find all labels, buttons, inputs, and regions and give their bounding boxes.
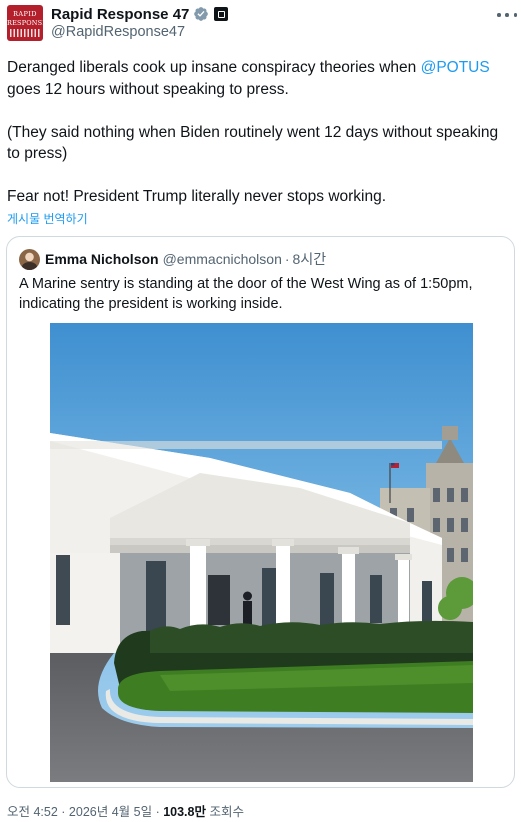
quoted-post-photo[interactable] — [50, 323, 473, 782]
mention-link[interactable]: @POTUS — [421, 59, 490, 76]
quoted-author-handle[interactable]: @emmacnicholson — [163, 251, 282, 267]
translate-post-link[interactable]: 게시물 번역하기 — [7, 210, 88, 227]
quoted-author-name[interactable]: Emma Nicholson — [45, 251, 159, 267]
quoted-author-avatar[interactable] — [19, 249, 40, 270]
views-label: 조회수 — [205, 805, 244, 819]
post-metadata: 오전 4:52 · 2026년 4월 5일 · 103.8만 조회수 — [7, 801, 244, 820]
post-time[interactable]: 오전 4:52 — [7, 805, 58, 819]
views-count[interactable]: 103.8만 — [163, 805, 206, 819]
quoted-post-text: A Marine sentry is standing at the door … — [19, 276, 473, 312]
quoted-post[interactable]: Emma Nicholson @emmacnicholson · 8시간 A M… — [6, 236, 515, 788]
avatar-text-line2: RESPONSE — [7, 19, 43, 27]
post-paragraph-2: (They said nothing when Biden routinely … — [7, 123, 499, 163]
quoted-post-header: Emma Nicholson @emmacnicholson · 8시간 — [45, 248, 326, 269]
affiliation-badge-icon[interactable] — [214, 7, 229, 21]
photo-marine-sentry — [243, 591, 252, 627]
meta-separator: · — [152, 805, 164, 819]
meta-separator: · — [57, 805, 69, 819]
post-date[interactable]: 2026년 4월 5일 — [69, 805, 152, 819]
post-text-line2: goes 12 hours without speaking to press. — [7, 80, 289, 98]
post-header: RAPID RESPONSE Rapid Response 47 @RapidR… — [0, 0, 521, 48]
author-avatar[interactable]: RAPID RESPONSE — [7, 5, 43, 41]
post-paragraph-1: Deranged liberals cook up insane conspir… — [7, 57, 515, 100]
author-handle[interactable]: @RapidResponse47 — [51, 24, 185, 40]
avatar-text-line1: RAPID — [13, 10, 37, 18]
author-name-row: Rapid Response 47 — [51, 5, 229, 23]
post-text-line1: Deranged liberals cook up insane conspir… — [7, 59, 421, 76]
post-paragraph-3: Fear not! President Trump literally neve… — [7, 188, 387, 205]
verified-badge-icon[interactable] — [193, 6, 209, 22]
author-display-name[interactable]: Rapid Response 47 — [51, 6, 189, 23]
avatar-stripes — [10, 29, 40, 37]
more-options-icon[interactable] — [497, 5, 517, 25]
post-text: Deranged liberals cook up insane conspir… — [7, 57, 515, 208]
separator-dot: · — [284, 250, 290, 267]
quoted-post-time[interactable]: 8시간 — [293, 249, 327, 269]
